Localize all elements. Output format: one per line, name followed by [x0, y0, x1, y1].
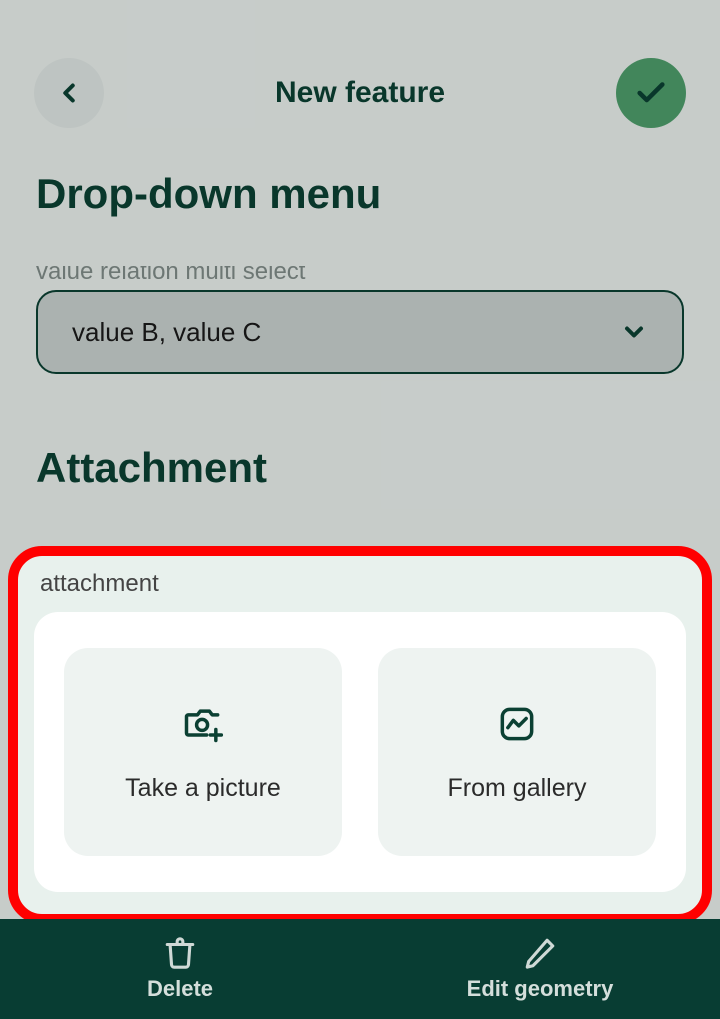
take-picture-label: Take a picture [125, 774, 281, 803]
delete-label: Delete [147, 976, 213, 1002]
chevron-left-icon [54, 78, 84, 108]
check-icon [634, 76, 668, 110]
edit-geometry-button[interactable]: Edit geometry [360, 919, 720, 1019]
delete-button[interactable]: Delete [0, 919, 360, 1019]
edit-geometry-label: Edit geometry [467, 976, 614, 1002]
dropdown-field-label: value relation multi select [36, 266, 684, 280]
dropdown-value: value B, value C [72, 317, 261, 348]
attachment-highlight: attachment Take a picture From gallery [8, 546, 712, 924]
from-gallery-button[interactable]: From gallery [378, 648, 656, 856]
trash-icon [163, 936, 197, 970]
attachment-card: Take a picture From gallery [34, 612, 686, 892]
chevron-down-icon [620, 318, 648, 346]
camera-plus-icon [181, 702, 225, 746]
from-gallery-label: From gallery [448, 774, 587, 803]
take-picture-button[interactable]: Take a picture [64, 648, 342, 856]
confirm-button[interactable] [616, 58, 686, 128]
section-title-dropdown: Drop-down menu [36, 170, 684, 218]
attachment-field-label: attachment [40, 570, 686, 598]
pencil-icon [523, 936, 557, 970]
screen: New feature Drop-down menu value relatio… [0, 0, 720, 1019]
bottom-bar: Delete Edit geometry [0, 919, 720, 1019]
section-title-attachment: Attachment [36, 444, 684, 492]
back-button[interactable] [34, 58, 104, 128]
page-title: New feature [275, 76, 445, 110]
value-relation-dropdown[interactable]: value B, value C [36, 290, 684, 374]
image-trend-icon [495, 702, 539, 746]
header: New feature [0, 0, 720, 158]
